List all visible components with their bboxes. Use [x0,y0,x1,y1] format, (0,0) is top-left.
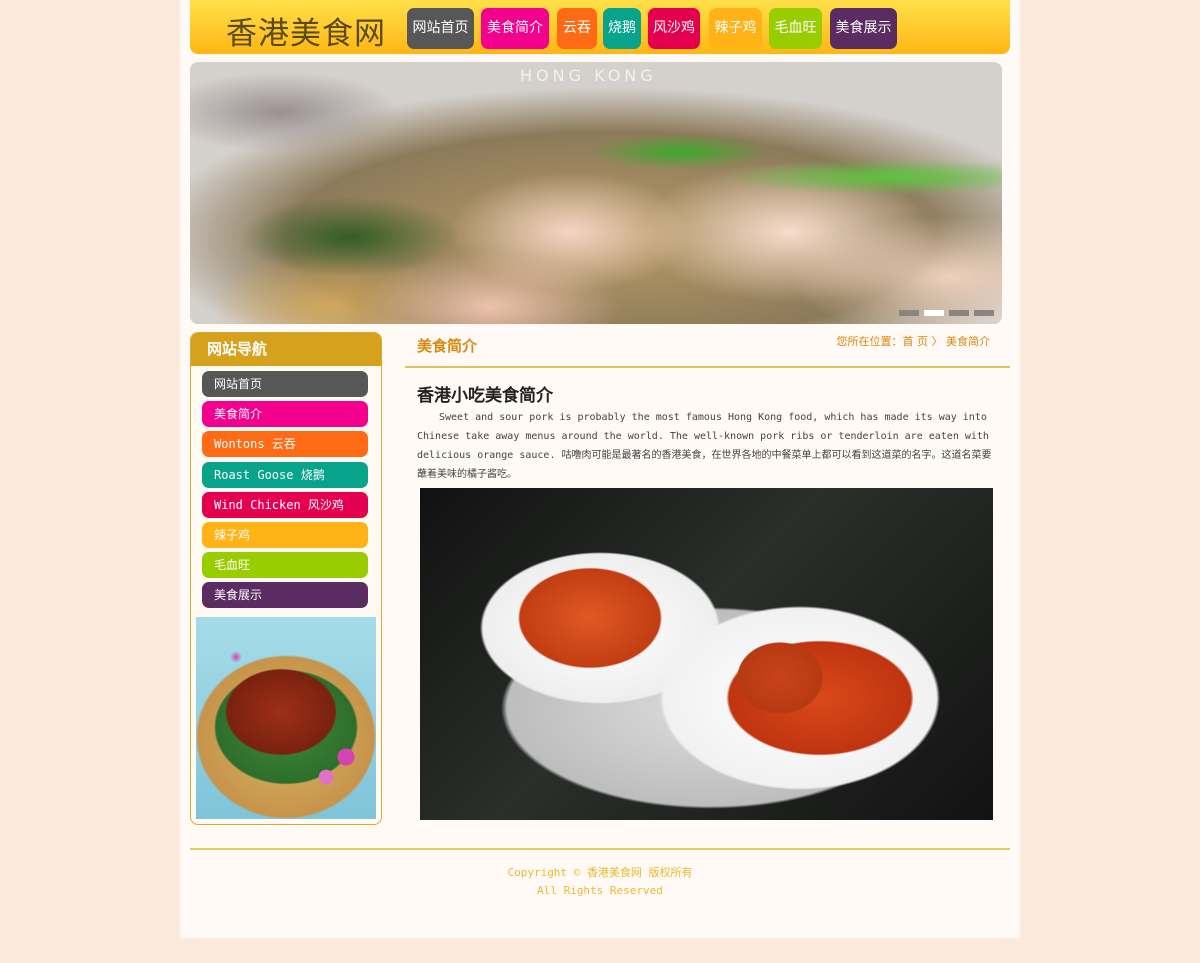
sidebar-item[interactable]: Wontons 云吞 [202,431,368,458]
topnav-item[interactable]: 风沙鸡 [648,8,700,49]
topnav-item[interactable]: 美食展示 [830,8,897,49]
sidebar-item[interactable]: 网站首页 [202,371,368,397]
sidebar-item[interactable]: 毛血旺 [202,552,368,579]
article-body: Sweet and sour pork is probably the most… [417,412,992,480]
page-container: 香港美食网 网站首页 美食简介 云吞 烧鹅 风沙鸡 辣子鸡 毛血旺 美食展示 HONG KON… [180,0,1020,938]
topnav-item[interactable]: 辣子鸡 [709,8,762,49]
footer-copyright: Copyright © 香港美食网 版权所有 [507,866,693,879]
breadcrumb-prefix: 您所在位置： [836,335,903,348]
site-header: 香港美食网 网站首页 美食简介 云吞 烧鹅 风沙鸡 辣子鸡 毛血旺 美食展示 [190,0,1010,54]
slide-dot[interactable] [899,310,919,316]
footer-rights: All Rights Reserved [537,884,663,897]
slide-dot[interactable] [924,310,944,316]
sidebar: 网站导航 网站首页美食简介 Wontons 云吞 Roast Goose 烧鹅 Win… [190,332,382,825]
sidebar-item[interactable]: Roast Goose 烧鹅 [202,461,368,488]
sidebar-item[interactable]: 美食简介 [202,401,368,428]
section-title: 美食简介 [417,337,478,355]
site-logo[interactable]: 香港美食网 [226,8,386,53]
slide-dot[interactable] [974,310,994,316]
footer-divider [190,848,1010,850]
footer: Copyright © 香港美食网 版权所有 All Rights Reserv… [180,864,1020,900]
breadcrumb: 您所在位置：首 页 〉 美食简介 [780,333,991,349]
topnav-item[interactable]: 毛血旺 [769,8,822,49]
sidebar-heading: 网站导航 [191,333,381,366]
breadcrumb-home-link[interactable]: 首 页 [903,335,929,348]
article-food-image [420,488,993,820]
article-title: 香港小吃美食简介 [417,386,553,406]
sidebar-food-image [196,617,376,819]
sidebar-item[interactable]: Wind Chicken 风沙鸡 [202,491,368,518]
slide-indicators [894,301,994,320]
sidebar-item[interactable]: 美食展示 [202,582,368,609]
topnav-item[interactable]: 云吞 [557,8,597,49]
breadcrumb-separator: 〉 [931,335,943,348]
breadcrumb-current: 美食简介 [946,335,990,348]
sidebar-item[interactable]: 辣子鸡 [202,522,368,548]
topnav-item[interactable]: 美食简介 [481,8,549,49]
banner-watermark: HONG KONG [520,66,657,85]
slide-dot[interactable] [949,310,969,316]
topnav-item[interactable]: 网站首页 [407,8,474,49]
topnav-item[interactable]: 烧鹅 [603,8,641,49]
section-divider [405,366,1010,368]
banner-slideshow: HONG KONG [190,62,1002,324]
